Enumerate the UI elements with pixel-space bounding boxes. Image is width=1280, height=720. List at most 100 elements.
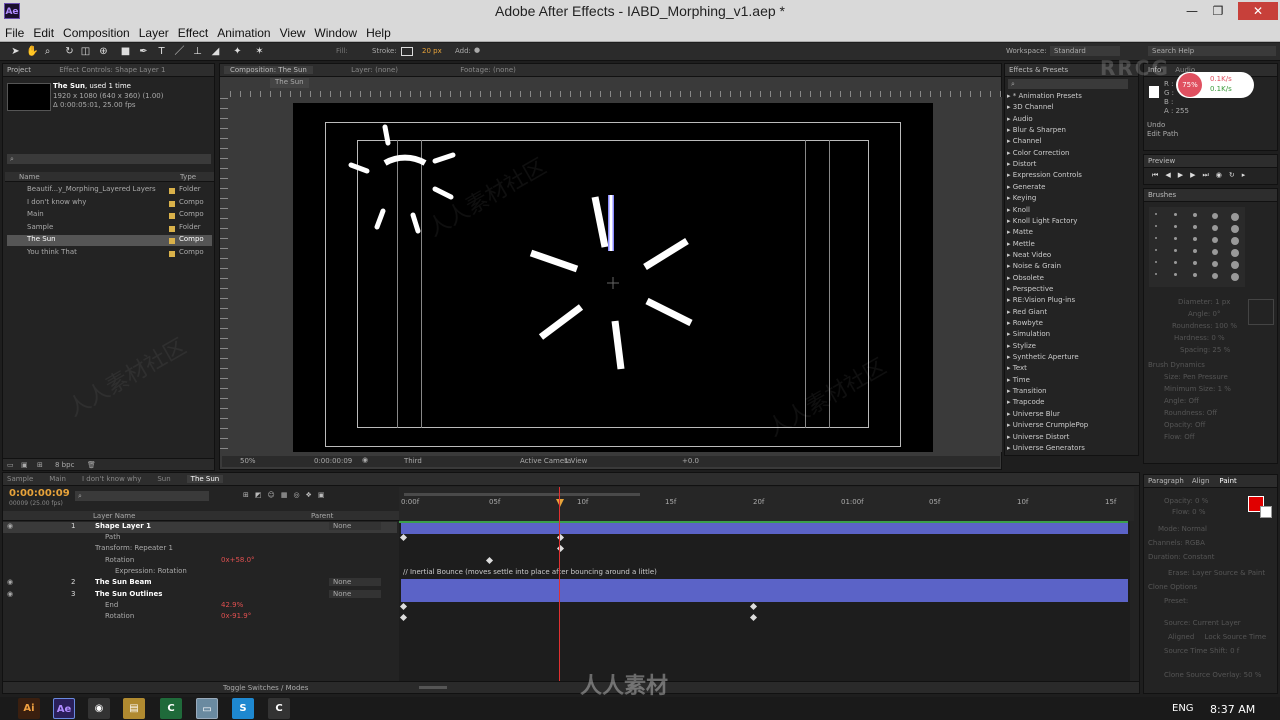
timeline-property-row[interactable]: End 42.9% xyxy=(3,601,397,612)
effect-category[interactable]: ▸ Universe Generators xyxy=(1007,444,1085,452)
project-item[interactable]: Main Compo xyxy=(7,210,212,221)
last-frame-icon[interactable]: ⏭ xyxy=(1202,171,1215,179)
effect-category[interactable]: ▸ Expression Controls xyxy=(1007,171,1082,179)
layer-name[interactable]: Expression: Rotation xyxy=(115,567,187,575)
workspace-select[interactable]: Standard xyxy=(1050,46,1120,56)
label-color-swatch[interactable] xyxy=(169,225,175,232)
keyframe[interactable] xyxy=(399,533,408,542)
brush-preset[interactable] xyxy=(1155,213,1157,215)
timeline-layer-row[interactable]: ◉ 1 Shape Layer 1 None xyxy=(3,522,397,533)
expression-text[interactable]: // Inertial Bounce (moves settle into pl… xyxy=(403,568,657,576)
playhead-icon[interactable] xyxy=(556,499,564,507)
effect-category[interactable]: ▸ * Animation Presets xyxy=(1007,92,1082,100)
effect-category[interactable]: ▸ Mettle xyxy=(1007,240,1035,248)
brush-preset[interactable] xyxy=(1212,213,1218,219)
brush-preset[interactable] xyxy=(1174,273,1177,276)
draft-3d-icon[interactable]: ◩ xyxy=(255,491,268,499)
tab-footage[interactable]: Footage: (none) xyxy=(460,66,516,74)
brush-preset[interactable] xyxy=(1193,225,1197,229)
timeline-property-row[interactable]: Rotation 0x+58.0° xyxy=(3,556,397,567)
effect-category[interactable]: ▸ Generate xyxy=(1007,183,1045,191)
brush-preset[interactable] xyxy=(1193,249,1197,253)
effect-category[interactable]: ▸ Blur & Sharpen xyxy=(1007,126,1066,134)
label-color-swatch[interactable] xyxy=(169,200,175,207)
prev-frame-icon[interactable]: ◀ xyxy=(1165,171,1177,179)
effect-category[interactable]: ▸ Neat Video xyxy=(1007,251,1051,259)
layer-name[interactable]: The Sun Beam xyxy=(95,578,152,586)
new-comp-icon[interactable]: ⊞ xyxy=(37,461,43,469)
tab-paragraph[interactable]: Paragraph xyxy=(1148,477,1184,485)
project-item[interactable]: Beautif...y_Morphing_Layered Layers Folde… xyxy=(7,185,212,196)
shy-layers-icon[interactable]: ☺ xyxy=(268,491,281,499)
timeline-tab[interactable]: Sample xyxy=(7,475,33,483)
brush-preset[interactable] xyxy=(1155,237,1157,239)
brush-preset[interactable] xyxy=(1174,261,1177,264)
brush-spacing[interactable]: Spacing: 25 % xyxy=(1180,346,1230,354)
effect-category[interactable]: ▸ Transition xyxy=(1007,387,1047,395)
keyframe[interactable] xyxy=(485,556,494,565)
first-frame-icon[interactable]: ⏮ xyxy=(1152,171,1165,179)
effect-category[interactable]: ▸ Knoll Light Factory xyxy=(1007,217,1077,225)
tab-project[interactable]: Project xyxy=(7,66,31,74)
preview-panel-header[interactable]: Preview xyxy=(1144,155,1277,168)
timeline-tab[interactable]: Main xyxy=(49,475,66,483)
play-icon[interactable]: ▶ xyxy=(1178,171,1190,179)
pan-behind-tool-icon[interactable]: ⊕ xyxy=(98,46,109,57)
new-folder-icon[interactable]: ▣ xyxy=(21,461,28,469)
bpc-label[interactable]: 8 bpc xyxy=(55,461,74,469)
effect-category[interactable]: ▸ Stylize xyxy=(1007,342,1036,350)
label-color-swatch[interactable] xyxy=(169,213,175,220)
camtasia-taskbar-icon[interactable]: C xyxy=(160,698,182,719)
brush-preset[interactable] xyxy=(1212,261,1218,267)
view-layout-select[interactable]: 1 View xyxy=(564,457,587,465)
layer-1-duration-bar[interactable] xyxy=(401,522,1128,534)
layer-name[interactable]: Rotation xyxy=(105,556,134,564)
layer-name[interactable]: Transform: Repeater 1 xyxy=(95,544,173,552)
tab-layer[interactable]: Layer: (none) xyxy=(351,66,398,74)
illustrator-taskbar-icon[interactable]: Ai xyxy=(18,698,40,719)
effect-category[interactable]: ▸ RE:Vision Plug-ins xyxy=(1007,296,1075,304)
brush-preset[interactable] xyxy=(1231,249,1239,257)
tab-align[interactable]: Align xyxy=(1192,477,1210,485)
timeline-layer-row[interactable]: ◉ 3 The Sun Outlines None xyxy=(3,590,397,601)
roto-tool-icon[interactable]: ✦ xyxy=(232,46,243,57)
project-item[interactable]: Sample Folder xyxy=(7,223,212,234)
zoom-select[interactable]: 50% xyxy=(240,457,256,465)
aligned-checkbox[interactable]: Aligned xyxy=(1168,633,1194,641)
lock-source-checkbox[interactable]: Lock Source Time xyxy=(1205,633,1267,641)
composition-viewer[interactable] xyxy=(229,97,1002,452)
ram-preview-icon[interactable]: ▸ xyxy=(1242,171,1253,179)
brush-preset[interactable] xyxy=(1155,261,1157,263)
parent-select[interactable]: None xyxy=(329,522,381,530)
graph-editor-icon[interactable]: ▣ xyxy=(318,491,331,499)
layer-name[interactable]: Shape Layer 1 xyxy=(95,522,151,530)
next-frame-icon[interactable]: ▶ xyxy=(1190,171,1202,179)
brush-diameter[interactable]: Diameter: 1 px xyxy=(1178,298,1230,306)
menu-edit[interactable]: Edit xyxy=(28,24,58,40)
effects-search-input[interactable]: ⌕ xyxy=(1008,79,1128,89)
visibility-eye-icon[interactable]: ◉ xyxy=(7,522,13,530)
label-color-swatch[interactable] xyxy=(169,238,175,245)
effect-category[interactable]: ▸ Trapcode xyxy=(1007,398,1045,406)
timeline-property-row[interactable]: Rotation 0x-91.9° xyxy=(3,612,397,623)
language-indicator[interactable]: ENG xyxy=(1172,703,1194,714)
brush-preset[interactable] xyxy=(1231,261,1239,269)
brush-preset[interactable] xyxy=(1231,213,1239,221)
tab-paint[interactable]: Paint xyxy=(1219,477,1236,485)
menu-view[interactable]: View xyxy=(275,24,310,40)
menu-window[interactable]: Window xyxy=(309,24,361,40)
effect-category[interactable]: ▸ Audio xyxy=(1007,115,1033,123)
tab-effect-controls[interactable]: Effect Controls: Shape Layer 1 xyxy=(59,66,165,74)
clone-source-overlay[interactable]: Clone Source Overlay: 50 % xyxy=(1164,671,1261,679)
eraser-tool-icon[interactable]: ◢ xyxy=(210,46,221,57)
comp-mini-flowchart-icon[interactable]: ⊞ xyxy=(243,491,255,499)
menu-help[interactable]: Help xyxy=(361,24,395,40)
menu-effect[interactable]: Effect xyxy=(173,24,212,40)
keyframe[interactable] xyxy=(399,613,408,622)
property-value[interactable]: 0x+58.0° xyxy=(221,556,255,564)
brush-preset[interactable] xyxy=(1231,273,1239,281)
parent-select[interactable]: None xyxy=(329,590,381,598)
effect-category[interactable]: ▸ Matte xyxy=(1007,228,1033,236)
paint-opacity[interactable]: Opacity: 0 % xyxy=(1164,497,1208,505)
angle-select[interactable]: Off xyxy=(1189,397,1199,405)
